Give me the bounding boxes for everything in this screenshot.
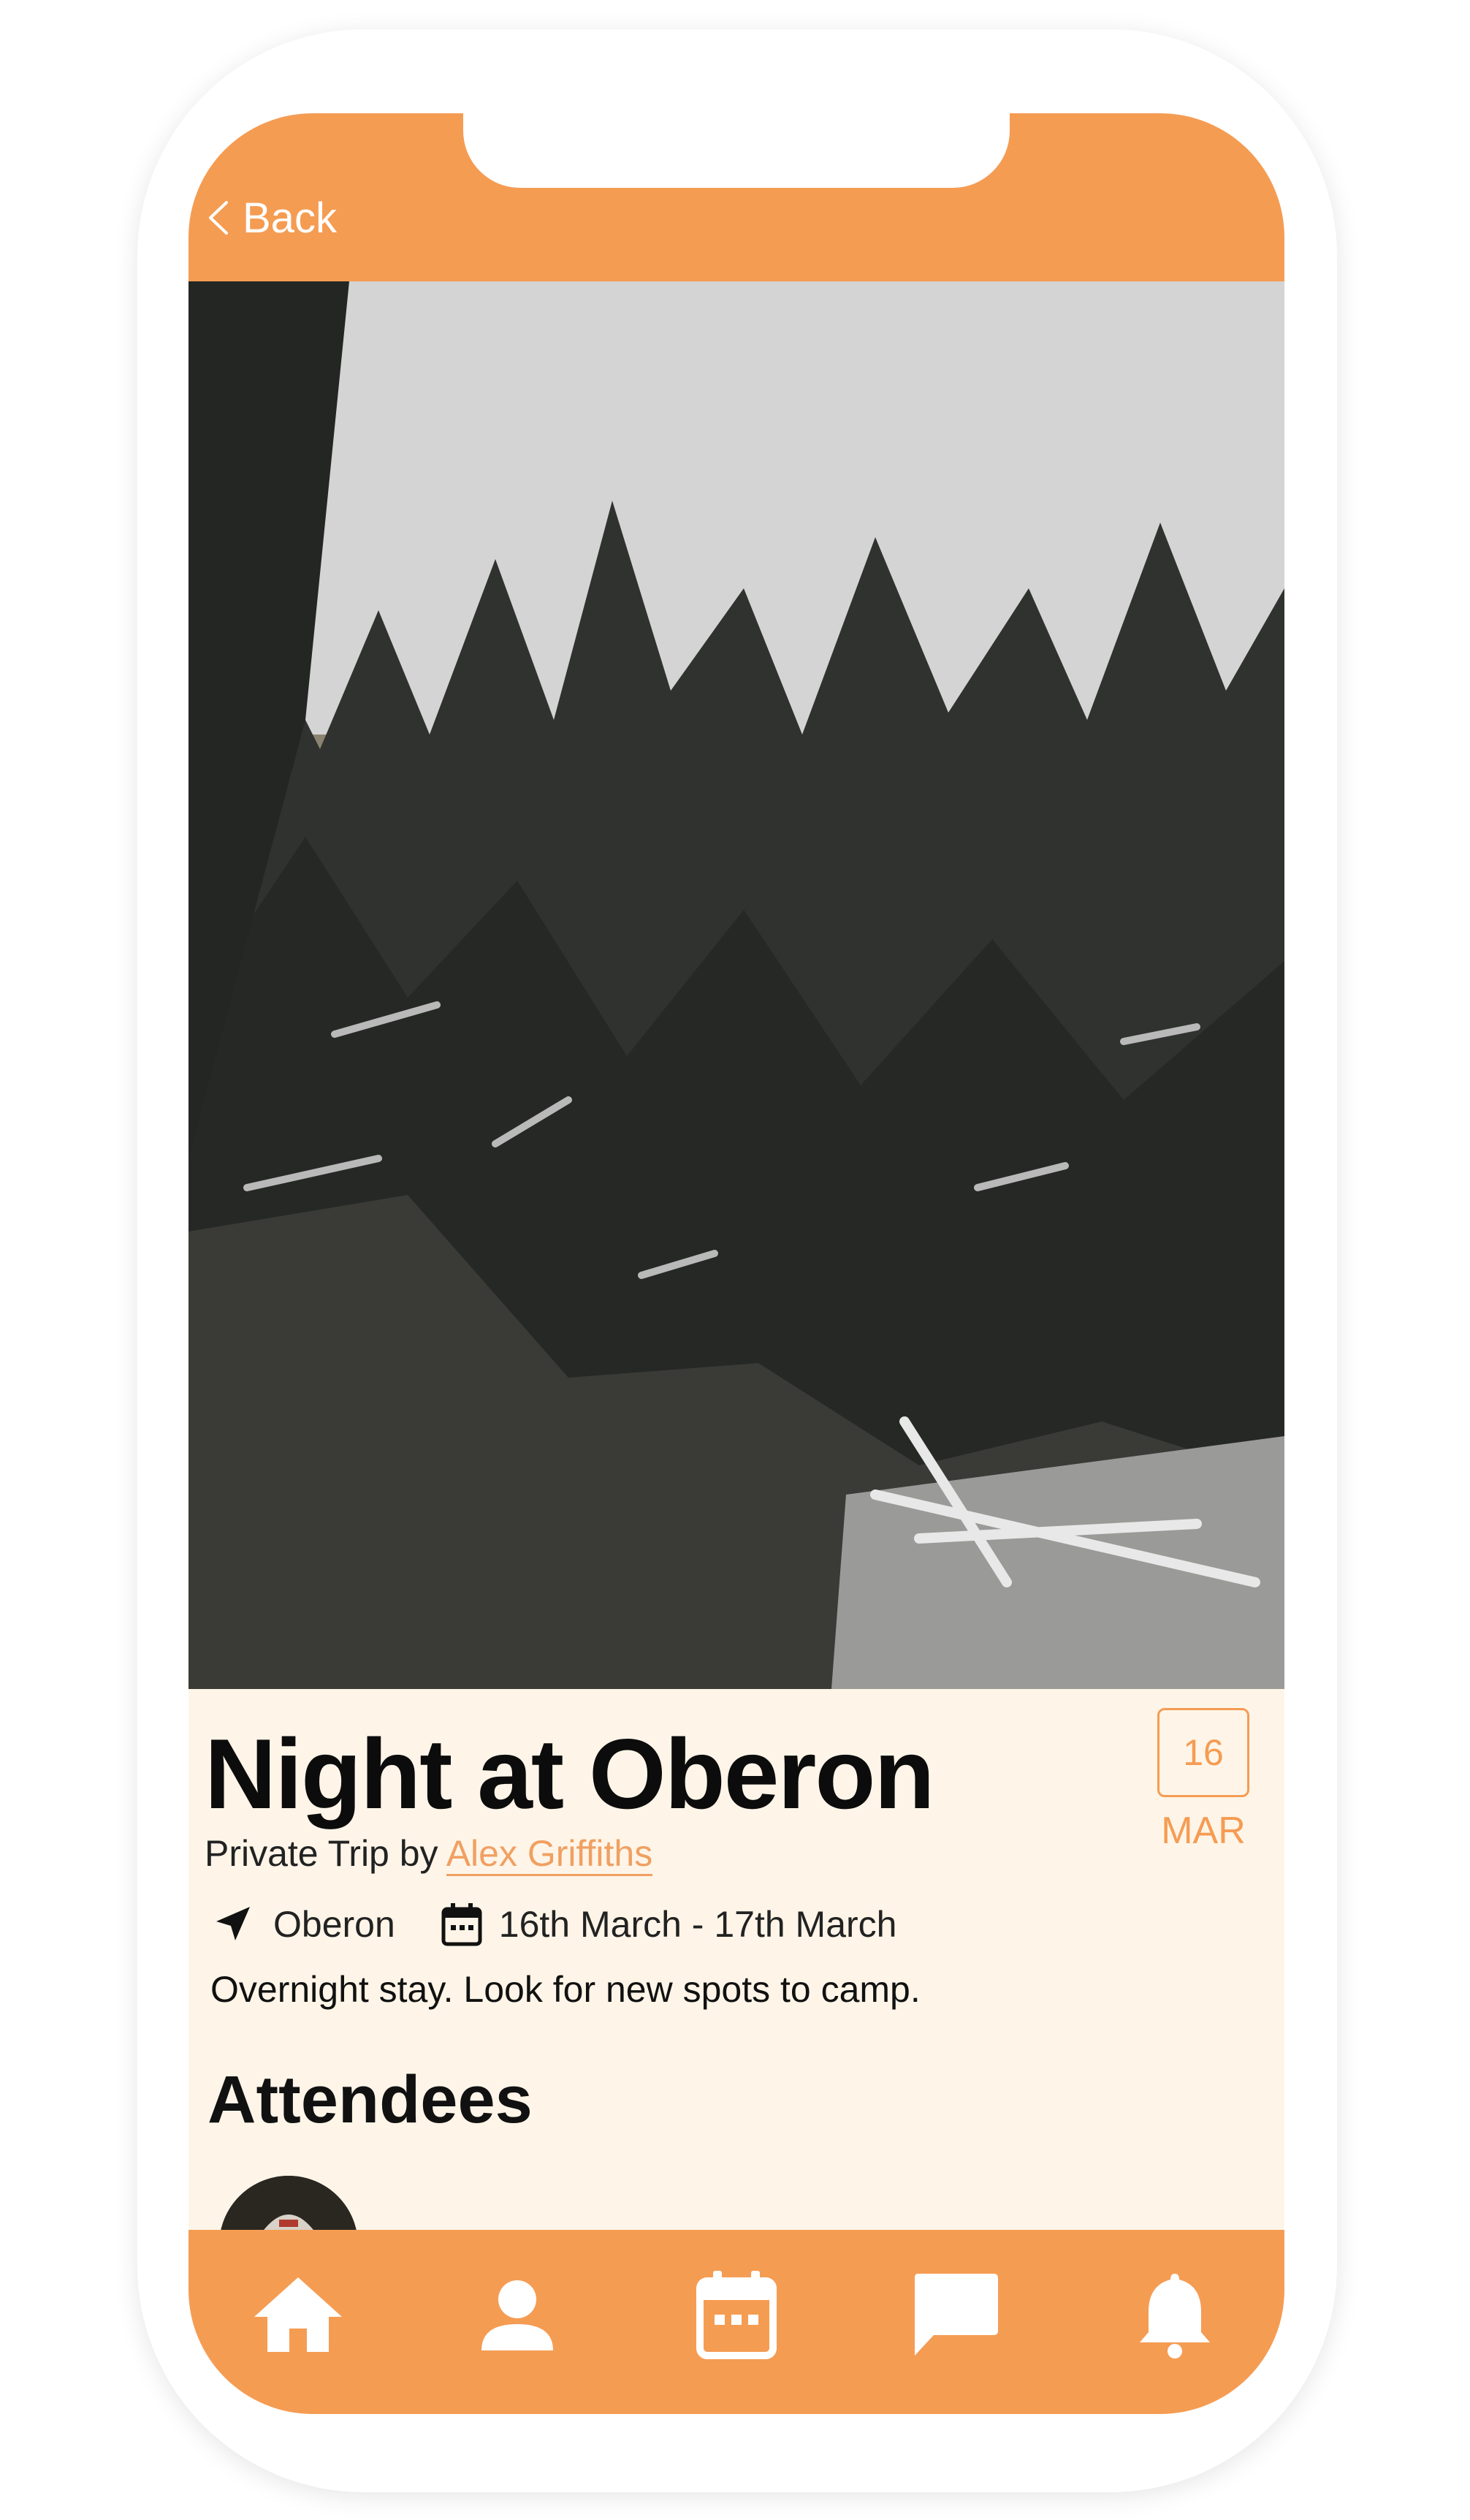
- nav-home[interactable]: [243, 2260, 353, 2369]
- profile-icon: [481, 2280, 553, 2350]
- nav-calendar[interactable]: [682, 2260, 791, 2369]
- trip-title: Night at Oberon: [205, 1718, 935, 1829]
- trip-date-range: 16th March - 17th March: [498, 1904, 897, 1945]
- trip-meta: Oberon 16th March - 17th March: [210, 1895, 896, 1954]
- calendar-icon: [441, 1903, 482, 1946]
- nav-notifications[interactable]: [1120, 2260, 1230, 2369]
- nav-profile[interactable]: [462, 2260, 572, 2369]
- trip-hero-image: [188, 281, 1284, 1689]
- phone-screen: Back Night at Oberon Private Trip by Ale…: [188, 113, 1284, 2414]
- organizer-link[interactable]: Alex Griffiths: [446, 1833, 653, 1876]
- trip-subtitle: Private Trip by Alex Griffiths: [205, 1832, 653, 1876]
- back-button[interactable]: Back: [207, 185, 337, 251]
- bottom-navigation: [188, 2230, 1284, 2414]
- bell-icon: [1140, 2274, 1210, 2358]
- nav-messages[interactable]: [901, 2260, 1010, 2369]
- date-badge-day: 16: [1157, 1708, 1249, 1797]
- trip-description: Overnight stay. Look for new spots to ca…: [210, 1969, 921, 2010]
- date-badge-month: MAR: [1161, 1810, 1246, 1852]
- back-label: Back: [243, 194, 337, 242]
- trip-type: Private Trip by: [205, 1833, 438, 1874]
- top-bar: Back: [188, 113, 1284, 281]
- chevron-left-icon: [209, 201, 228, 235]
- calendar-icon: [696, 2271, 777, 2359]
- attendees-heading: Attendees: [207, 2062, 533, 2137]
- device-notch: [463, 113, 1010, 188]
- chat-icon: [915, 2274, 998, 2356]
- navigation-arrow-icon: [216, 1907, 250, 1940]
- home-icon: [254, 2277, 342, 2352]
- trip-location: Oberon: [273, 1904, 395, 1945]
